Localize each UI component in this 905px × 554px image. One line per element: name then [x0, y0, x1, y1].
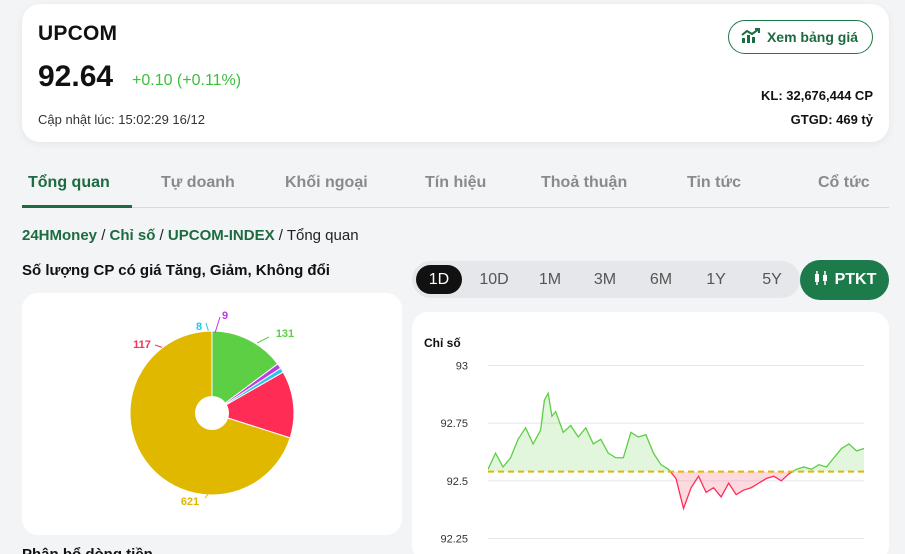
tab-proprietary[interactable]: Tự doanh: [161, 174, 235, 192]
tab-agreements[interactable]: Thoả thuận: [541, 174, 627, 192]
volume: KL: 32,676,444 CP: [760, 88, 873, 103]
breadcrumb-upcom-index[interactable]: UPCOM-INDEX: [168, 227, 275, 244]
range-1m-button[interactable]: 1M: [527, 265, 573, 294]
tab-signals[interactable]: Tín hiệu: [425, 174, 486, 192]
range-5y-button[interactable]: 5Y: [749, 265, 795, 294]
y-tick-label: 93: [456, 361, 468, 373]
breadcrumb-separator: /: [155, 227, 168, 244]
tab-foreign[interactable]: Khối ngoại: [285, 174, 368, 192]
range-6m-button[interactable]: 6M: [638, 265, 684, 294]
pie-label-connector: [256, 336, 270, 344]
index-value: 92.64: [38, 60, 114, 93]
range-1d-button[interactable]: 1D: [416, 265, 462, 294]
time-range-selector: 1D 10D 1M 3M 6M 1Y 5Y: [412, 261, 800, 298]
y-tick-label: 92.25: [440, 533, 468, 545]
index-name: UPCOM: [38, 22, 118, 45]
view-price-board-label: Xem bảng giá: [766, 29, 858, 45]
pie-data-label: 117: [133, 339, 151, 351]
index-change: +0.10 (+0.11%): [132, 72, 242, 89]
traded-value: GTGD: 469 tỷ: [790, 112, 873, 127]
pie-donut-hole: [195, 396, 229, 430]
tab-dividends[interactable]: Cổ tức: [818, 174, 870, 192]
range-3m-button[interactable]: 3M: [582, 265, 628, 294]
pie-section-title: Số lượng CP có giá Tăng, Giảm, Không đổi: [22, 262, 330, 279]
breadcrumb-current: Tổng quan: [286, 227, 359, 244]
pie-label-connector: [214, 316, 221, 334]
index-header-card: UPCOM 92.64 +0.10 (+0.11%) Cập nhật lúc:…: [22, 4, 889, 142]
active-tab-indicator: [22, 205, 132, 208]
pie-chart-card: 131 9 8 117 621: [22, 293, 402, 535]
chart-trend-icon: [741, 27, 761, 47]
index-line-chart: 93 92.75 92.5 92.25: [440, 361, 864, 545]
technical-analysis-button[interactable]: PTKT: [800, 260, 889, 300]
candlestick-icon: [813, 270, 829, 291]
range-10d-button[interactable]: 10D: [471, 265, 517, 294]
pie-data-label: 131: [276, 328, 294, 340]
breadcrumb-separator: /: [274, 227, 287, 244]
update-time: Cập nhật lúc: 15:02:29 16/12: [38, 112, 205, 127]
breadcrumb: 24HMoney / Chỉ số / UPCOM-INDEX / Tổng q…: [22, 227, 359, 244]
tab-overview[interactable]: Tổng quan: [28, 174, 110, 192]
technical-analysis-label: PTKT: [834, 271, 877, 288]
breadcrumb-indices[interactable]: Chỉ số: [110, 227, 156, 244]
y-tick-label: 92.75: [440, 418, 468, 430]
tab-news[interactable]: Tin tức: [687, 174, 741, 192]
breadcrumb-separator: /: [97, 227, 110, 244]
tab-bar: Tổng quan Tự doanh Khối ngoại Tín hiệu T…: [22, 160, 889, 208]
view-price-board-button[interactable]: Xem bảng giá: [727, 20, 873, 54]
y-tick-label: 92.5: [447, 476, 468, 488]
breadcrumb-home[interactable]: 24HMoney: [22, 227, 97, 244]
pie-chart: 13198117621: [129, 310, 295, 508]
pie-data-label: 621: [181, 496, 199, 508]
area-above-reference: [488, 393, 864, 472]
range-1y-button[interactable]: 1Y: [693, 265, 739, 294]
pie-data-label: 9: [222, 310, 228, 322]
money-flow-section-title: Phân bổ dòng tiền: [22, 546, 153, 554]
index-chart-card: Chỉ số 93 92.75 92.5 92.25: [412, 312, 889, 554]
